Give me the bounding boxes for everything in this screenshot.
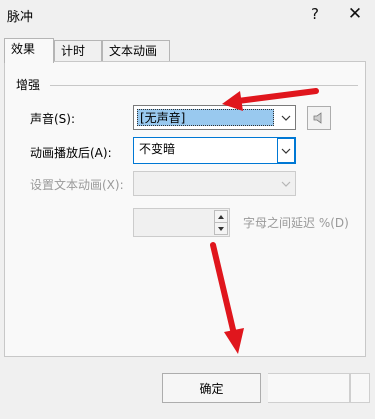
sound-dropdown[interactable]: [无声音] — [133, 105, 296, 130]
extra-button[interactable] — [350, 373, 370, 403]
chevron-down-icon[interactable] — [276, 106, 295, 129]
chevron-down-icon[interactable] — [277, 138, 295, 163]
animate-text-value — [137, 175, 141, 192]
speaker-icon — [313, 112, 322, 124]
sound-preview-button[interactable] — [307, 106, 331, 130]
help-button[interactable]: ? — [300, 2, 330, 26]
sound-label: 声音(S): — [30, 112, 76, 126]
window-title: 脉冲 — [7, 10, 34, 25]
triangle-down-icon — [218, 226, 224, 231]
tab-text-animation[interactable]: 文本动画 — [102, 40, 170, 62]
after-animation-label: 动画播放后(A): — [30, 146, 112, 160]
close-button[interactable]: ✕ — [340, 2, 370, 26]
after-animation-value: 不变暗 — [139, 142, 176, 156]
triangle-up-icon — [218, 214, 224, 219]
tab-timing[interactable]: 计时 — [54, 40, 102, 62]
spin-down-button[interactable] — [214, 222, 228, 235]
animate-text-label: 设置文本动画(X): — [30, 178, 124, 192]
tab-effect[interactable]: 效果 — [4, 38, 54, 63]
enhance-group-label: 增强 — [16, 78, 41, 92]
letter-delay-spinner[interactable] — [133, 208, 230, 237]
animate-text-dropdown[interactable] — [133, 171, 296, 196]
after-animation-dropdown[interactable]: 不变暗 — [133, 137, 296, 164]
cancel-button[interactable] — [268, 373, 350, 403]
chevron-down-icon — [276, 172, 295, 195]
sound-value: [无声音] — [137, 109, 274, 126]
letter-delay-label: 字母之间延迟 %(D) — [243, 216, 349, 230]
title-bar: 脉冲 ? ✕ — [0, 0, 375, 30]
ok-button[interactable]: 确定 — [162, 373, 261, 403]
group-divider — [50, 85, 358, 86]
